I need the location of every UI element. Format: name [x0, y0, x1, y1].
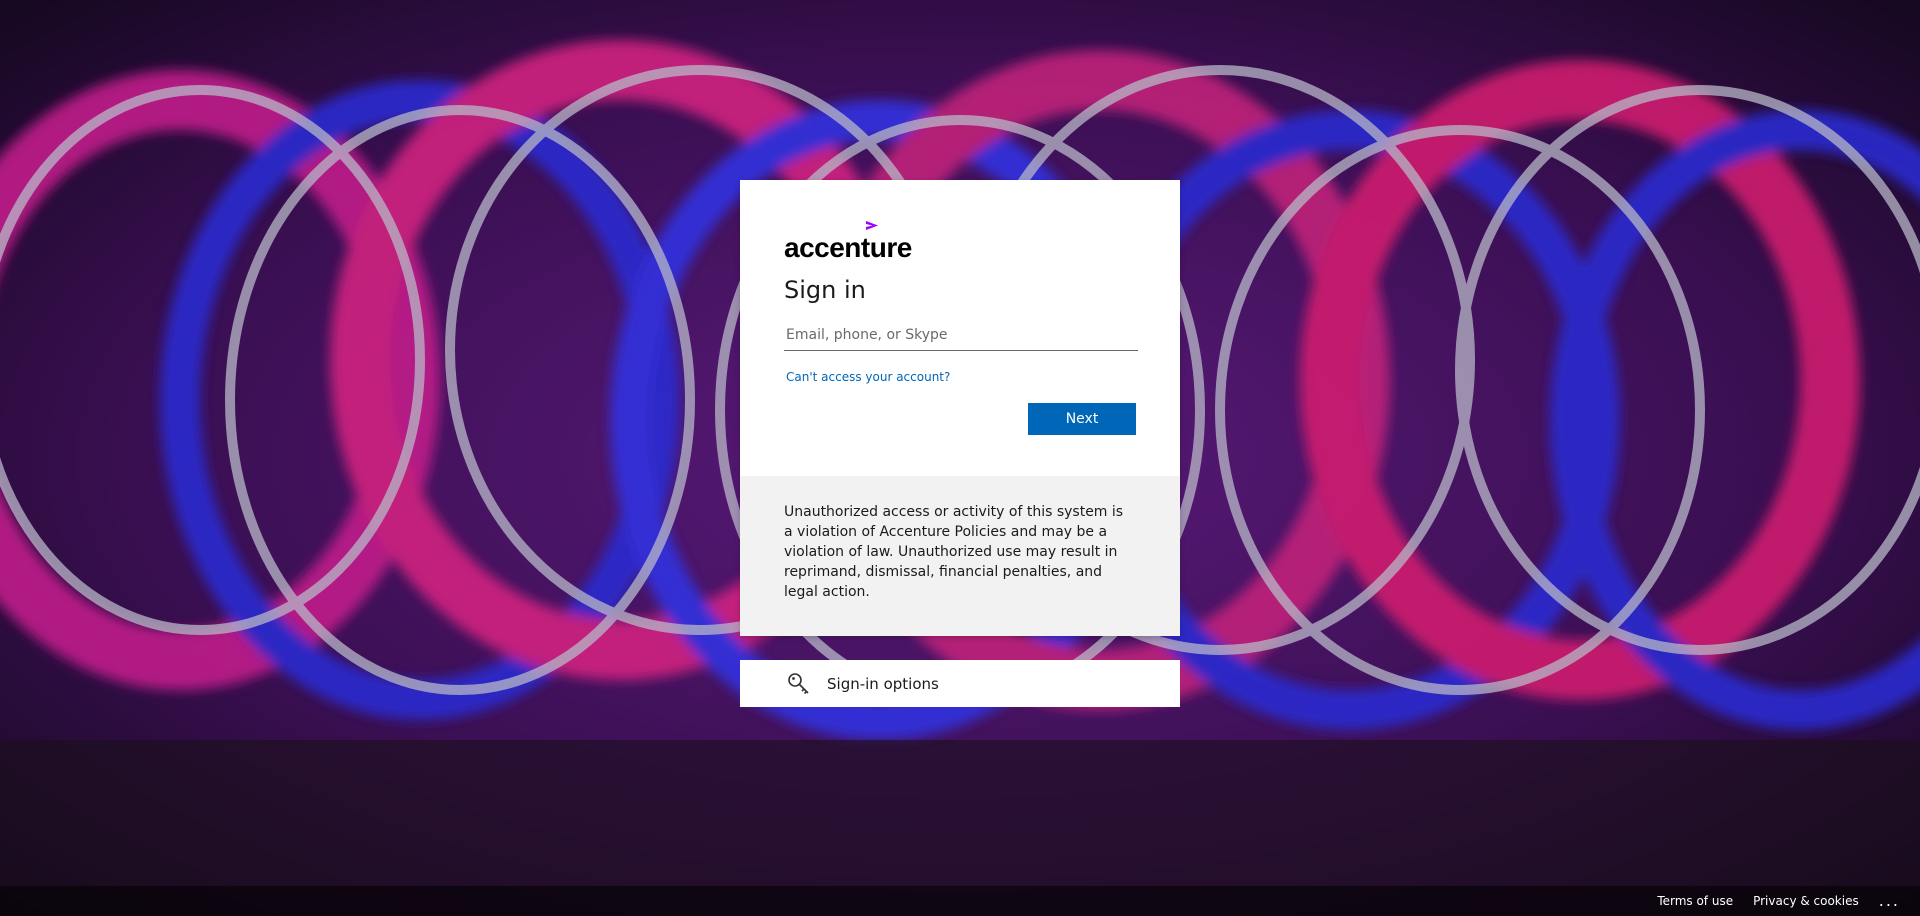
accenture-wordmark: accenture — [784, 232, 912, 263]
footer: Terms of use Privacy & cookies ... — [0, 886, 1920, 916]
key-icon — [788, 672, 809, 694]
next-button[interactable]: Next — [1028, 403, 1136, 435]
legal-notice-text: Unauthorized access or activity of this … — [784, 504, 1124, 600]
signin-panel: accenture Sign in Can't access your acco… — [740, 180, 1180, 476]
signin-card: accenture Sign in Can't access your acco… — [740, 180, 1180, 636]
page-title: Sign in — [784, 276, 866, 304]
more-options-icon[interactable]: ... — [1879, 893, 1900, 909]
cant-access-link[interactable]: Can't access your account? — [786, 370, 950, 384]
legal-notice: Unauthorized access or activity of this … — [740, 476, 1180, 636]
terms-link[interactable]: Terms of use — [1657, 894, 1733, 908]
signin-options-label: Sign-in options — [827, 674, 939, 693]
privacy-link[interactable]: Privacy & cookies — [1753, 894, 1859, 908]
signin-options-button[interactable]: Sign-in options — [740, 660, 1180, 707]
email-input[interactable] — [784, 320, 1138, 351]
